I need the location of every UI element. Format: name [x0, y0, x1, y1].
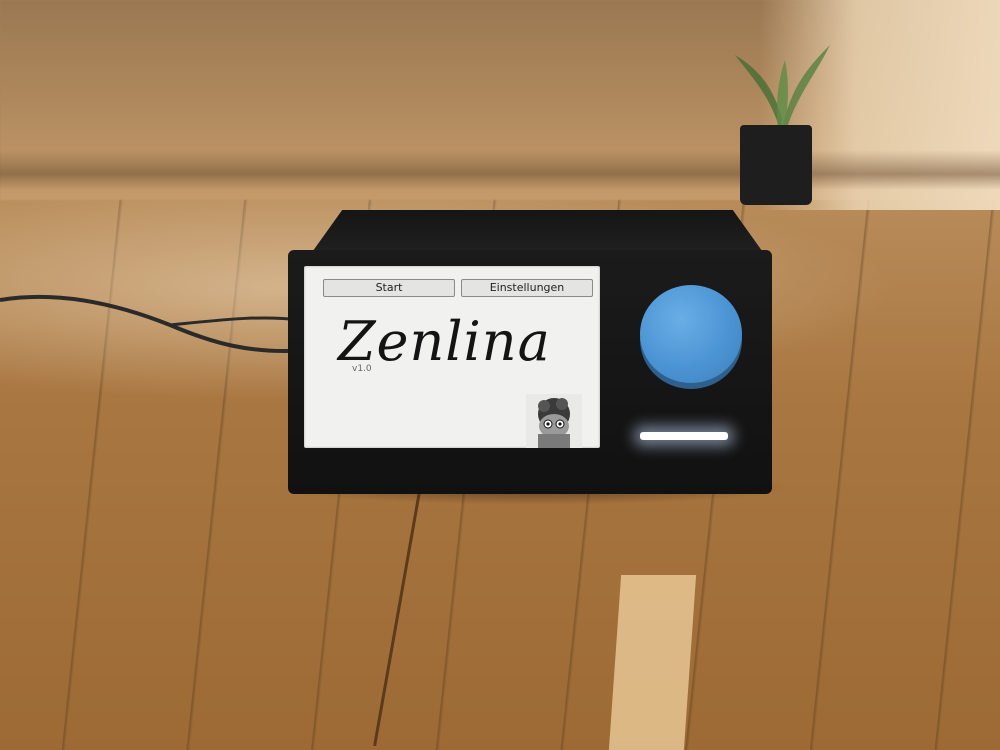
version-label: v1.0 [352, 364, 372, 374]
device-screen: Start Einstellungen Zenlina v1.0 [304, 266, 600, 448]
app-title: Zenlina [338, 310, 551, 373]
tab-einstellungen[interactable]: Einstellungen [461, 279, 593, 297]
rotary-knob[interactable] [640, 285, 742, 383]
tab-start[interactable]: Start [323, 279, 455, 297]
plant-pot [740, 125, 812, 205]
led-indicator [640, 432, 728, 440]
mascot-icon [526, 394, 582, 448]
power-cable [0, 294, 310, 354]
sunlight-patch [608, 575, 697, 750]
plant-icon [735, 45, 830, 130]
baseboard-shadow [0, 150, 1000, 190]
photo-scene: Start Einstellungen Zenlina v1.0 [0, 0, 1000, 750]
